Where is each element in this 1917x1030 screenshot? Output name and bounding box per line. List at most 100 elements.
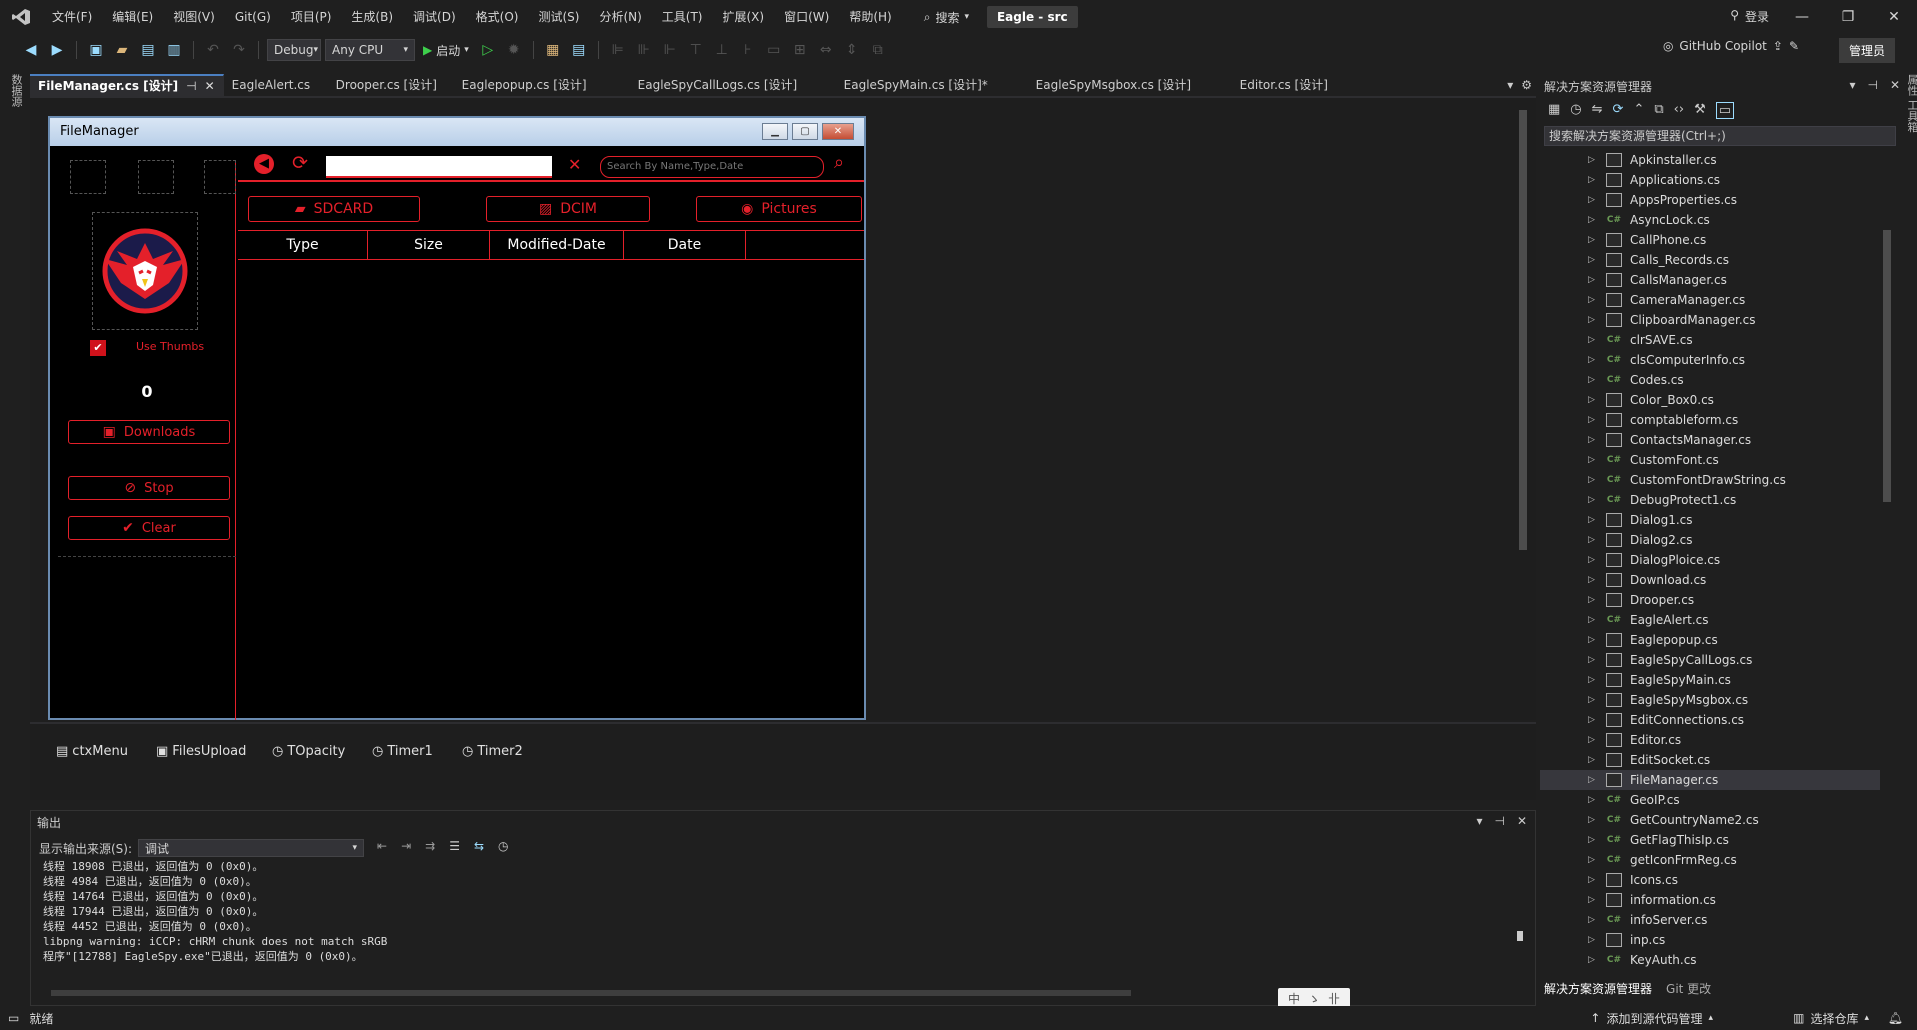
word-wrap-icon[interactable]: ⇆ bbox=[474, 839, 484, 853]
close-tab-icon[interactable]: ✕ bbox=[205, 75, 215, 97]
align-right-icon[interactable]: ⊩ bbox=[659, 39, 681, 61]
goto-next-icon[interactable]: ⇥ bbox=[401, 839, 411, 853]
use-thumbs-checkbox[interactable]: ✔ bbox=[90, 340, 106, 356]
restore-button[interactable]: ❐ bbox=[1825, 0, 1871, 34]
tab-git-changes[interactable]: Git 更改 bbox=[1666, 980, 1711, 997]
solution-file-item[interactable]: ▷ DialogPloice.cs bbox=[1540, 550, 1880, 570]
expand-arrow-icon[interactable]: ▷ bbox=[1588, 515, 1598, 525]
solution-file-item[interactable]: ▷ C# AsyncLock.cs bbox=[1540, 210, 1880, 230]
tab-dropdown-icon[interactable]: ▾ bbox=[1507, 78, 1513, 92]
menu-item[interactable]: 调试(D) bbox=[403, 0, 466, 34]
downloads-button[interactable]: ▣ Downloads bbox=[68, 420, 230, 444]
chevron-down-icon[interactable]: ▾ bbox=[1476, 814, 1482, 828]
solution-file-item[interactable]: ▷ ContactsManager.cs bbox=[1540, 430, 1880, 450]
solution-file-item[interactable]: ▷ EditConnections.cs bbox=[1540, 710, 1880, 730]
expand-arrow-icon[interactable]: ▷ bbox=[1588, 235, 1598, 245]
global-search[interactable]: ⌕ 搜索 ▾ bbox=[916, 4, 977, 30]
expand-arrow-icon[interactable]: ▷ bbox=[1588, 335, 1598, 345]
platform-select[interactable]: Any CPU ▾ bbox=[325, 39, 415, 61]
clear-all-icon[interactable]: ☰ bbox=[449, 839, 460, 853]
start-button[interactable]: ▶ 启动 ▾ bbox=[419, 42, 473, 59]
expand-arrow-icon[interactable]: ▷ bbox=[1588, 655, 1598, 665]
form-maximize-icon[interactable]: ▢ bbox=[792, 123, 818, 140]
grid-icon[interactable]: ⊞ bbox=[789, 39, 811, 61]
solution-search-input[interactable]: 搜索解决方案资源管理器(Ctrl+;) bbox=[1544, 126, 1896, 146]
tab-drooper[interactable]: Drooper.cs [设计] bbox=[328, 74, 454, 96]
expand-arrow-icon[interactable]: ▷ bbox=[1588, 415, 1598, 425]
tab-solution-explorer[interactable]: 解决方案资源管理器 bbox=[1544, 980, 1652, 997]
expand-arrow-icon[interactable]: ▷ bbox=[1588, 175, 1598, 185]
tray-ctxmenu[interactable]: ▤ ctxMenu bbox=[56, 744, 128, 759]
show-all-files-icon[interactable]: ⧉ bbox=[1654, 102, 1663, 119]
tab-editor[interactable]: Editor.cs [设计] bbox=[1232, 74, 1362, 96]
goto-previous-icon[interactable]: ⇤ bbox=[377, 839, 387, 853]
pin-icon[interactable]: ⊣ bbox=[1867, 78, 1877, 92]
solution-file-item[interactable]: ▷ C# GeoIP.cs bbox=[1540, 790, 1880, 810]
collapse-all-icon[interactable]: ⌃ bbox=[1633, 102, 1644, 119]
expand-arrow-icon[interactable]: ▷ bbox=[1588, 475, 1598, 485]
close-icon[interactable]: ✕ bbox=[1517, 814, 1527, 828]
column-date[interactable]: Date bbox=[624, 231, 746, 259]
code-view-icon[interactable]: ‹› bbox=[1674, 102, 1684, 119]
solution-file-item[interactable]: ▷ CallsManager.cs bbox=[1540, 270, 1880, 290]
spacing-icon[interactable]: ⇔ bbox=[815, 39, 837, 61]
solution-file-item[interactable]: ▷ C# GetFlagThisIp.cs bbox=[1540, 830, 1880, 850]
tab-eaglespymsgbox[interactable]: EagleSpyMsgbox.cs [设计] bbox=[1028, 74, 1232, 96]
expand-arrow-icon[interactable]: ▷ bbox=[1588, 555, 1598, 565]
expand-arrow-icon[interactable]: ▷ bbox=[1588, 815, 1598, 825]
find-icon[interactable]: ⇉ bbox=[425, 839, 435, 853]
solution-file-item[interactable]: ▷ C# KeyAuth.cs bbox=[1540, 950, 1880, 970]
same-size-icon[interactable]: ▭ bbox=[763, 39, 785, 61]
properties-icon[interactable]: ⚒ bbox=[1694, 102, 1706, 119]
filemanager-form[interactable]: FileManager ▁ ▢ ✕ ✔ Use Thumbs 0 ▣ Downl… bbox=[48, 116, 866, 720]
solution-file-item[interactable]: ▷ Download.cs bbox=[1540, 570, 1880, 590]
refresh-icon[interactable]: ⟳ bbox=[1613, 102, 1624, 119]
path-input[interactable] bbox=[326, 156, 552, 178]
menu-item[interactable]: 扩展(X) bbox=[712, 0, 774, 34]
save-icon[interactable]: ▤ bbox=[137, 39, 159, 61]
menu-item[interactable]: 帮助(H) bbox=[839, 0, 901, 34]
menu-item[interactable]: 格式(O) bbox=[466, 0, 529, 34]
tab-eaglealert[interactable]: EagleAlert.cs bbox=[224, 74, 328, 96]
align-left-icon[interactable]: ⊫ bbox=[607, 39, 629, 61]
scroll-thumb[interactable] bbox=[1519, 110, 1527, 550]
clear-path-icon[interactable]: ✕ bbox=[568, 155, 581, 174]
undo-icon[interactable]: ↶ bbox=[202, 39, 224, 61]
sync-icon[interactable]: ⇋ bbox=[1592, 102, 1603, 119]
redo-icon[interactable]: ↷ bbox=[228, 39, 250, 61]
solution-file-item[interactable]: ▷ Calls_Records.cs bbox=[1540, 250, 1880, 270]
account-area[interactable]: ⚲ 登录 bbox=[1730, 8, 1769, 25]
menu-item[interactable]: 分析(N) bbox=[589, 0, 651, 34]
solution-file-item[interactable]: ▷ comptableform.cs bbox=[1540, 410, 1880, 430]
open-folder-icon[interactable]: ▰ bbox=[111, 39, 133, 61]
solution-file-item[interactable]: ▷ Color_Box0.cs bbox=[1540, 390, 1880, 410]
solution-file-item[interactable]: ▷ C# CustomFontDrawString.cs bbox=[1540, 470, 1880, 490]
column-size[interactable]: Size bbox=[368, 231, 490, 259]
tray-timer1[interactable]: ◷ Timer1 bbox=[372, 744, 433, 759]
tab-eaglespymain[interactable]: EagleSpyMain.cs [设计]* bbox=[836, 74, 1028, 96]
menu-item[interactable]: 项目(P) bbox=[281, 0, 342, 34]
scroll-thumb[interactable] bbox=[51, 990, 1131, 996]
expand-arrow-icon[interactable]: ▷ bbox=[1588, 735, 1598, 745]
expand-arrow-icon[interactable]: ▷ bbox=[1588, 315, 1598, 325]
hot-reload-icon[interactable]: ✹ bbox=[503, 39, 525, 61]
start-without-debug-icon[interactable]: ▷ bbox=[477, 39, 499, 61]
expand-arrow-icon[interactable]: ▷ bbox=[1588, 155, 1598, 165]
menu-item[interactable]: 工具(T) bbox=[652, 0, 713, 34]
expand-arrow-icon[interactable]: ▷ bbox=[1588, 495, 1598, 505]
solution-file-item[interactable]: ▷ C# clrSAVE.cs bbox=[1540, 330, 1880, 350]
solution-file-item[interactable]: ▷ C# GetCountryName2.cs bbox=[1540, 810, 1880, 830]
align-bottom-icon[interactable]: ⊦ bbox=[737, 39, 759, 61]
expand-arrow-icon[interactable]: ▷ bbox=[1588, 575, 1598, 585]
bring-front-icon[interactable]: ⧉ bbox=[867, 39, 889, 61]
solution-file-item[interactable]: ▷ CallPhone.cs bbox=[1540, 230, 1880, 250]
tab-eaglespycalllogs[interactable]: EagleSpyCallLogs.cs [设计] bbox=[630, 74, 836, 96]
refresh-icon[interactable]: ⟳ bbox=[292, 152, 308, 174]
expand-arrow-icon[interactable]: ▷ bbox=[1588, 775, 1598, 785]
layout-icon[interactable]: ▤ bbox=[568, 39, 590, 61]
solution-file-item[interactable]: ▷ C# clsComputerInfo.cs bbox=[1540, 350, 1880, 370]
align-top-icon[interactable]: ⊤ bbox=[685, 39, 707, 61]
clear-button[interactable]: ✔ Clear bbox=[68, 516, 230, 540]
preview-icon[interactable]: ▭ bbox=[1715, 102, 1735, 119]
expand-arrow-icon[interactable]: ▷ bbox=[1588, 695, 1598, 705]
